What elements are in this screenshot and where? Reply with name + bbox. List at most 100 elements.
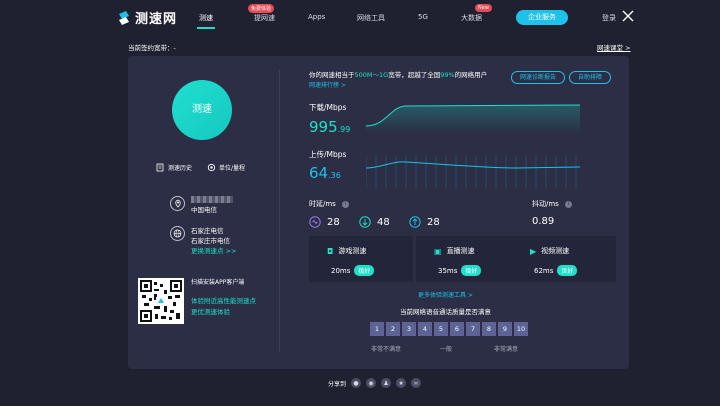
- rating-button-1[interactable]: 1: [370, 322, 384, 336]
- video-speedtest-result: 62ms 良好: [534, 265, 578, 276]
- latency-upload-value: 28: [427, 216, 440, 228]
- panel-divider: [279, 70, 280, 352]
- diagnose-report-button[interactable]: 网速诊断报告: [511, 71, 565, 84]
- share-bar: 分享到 ● ◉ ♟ ★ ∞: [328, 378, 422, 388]
- nav-item-5g[interactable]: 5G: [418, 13, 428, 21]
- live-tv-icon: ▣: [434, 246, 442, 256]
- weibo-icon[interactable]: ◉: [366, 378, 377, 388]
- login-link[interactable]: 登录: [602, 13, 616, 23]
- upload-arrow-icon: [409, 216, 421, 228]
- troubleshoot-button[interactable]: 自助排障: [569, 71, 611, 84]
- latency-idle: 28: [309, 216, 340, 228]
- close-icon[interactable]: [622, 10, 634, 22]
- rating-button-5[interactable]: 5: [434, 322, 448, 336]
- live-speedtest-card[interactable]: ▣ 直播测速 35ms 极好: [416, 236, 520, 282]
- jitter-info-icon[interactable]: i: [564, 200, 572, 208]
- app-qr-code: [138, 278, 184, 324]
- game-grade-badge: 极好: [354, 265, 375, 276]
- live-speedtest-result: 35ms 极好: [438, 265, 482, 276]
- rating-button-2[interactable]: 2: [386, 322, 400, 336]
- location-icon: [170, 196, 185, 211]
- video-latency: 62ms: [534, 266, 554, 275]
- qzone-icon[interactable]: ★: [396, 378, 407, 388]
- upload-chart: [366, 156, 580, 188]
- nav-item-speedtest[interactable]: 测速: [197, 13, 215, 29]
- video-grade-badge: 良好: [557, 265, 578, 276]
- server-row: 石家庄电信 石家庄市电信 更换测速点 >>: [170, 226, 236, 256]
- latency-info-icon[interactable]: i: [341, 200, 349, 208]
- game-speedtest-result: 20ms 极好: [331, 265, 375, 276]
- jitter-label: 抖动/ms i: [532, 199, 572, 209]
- gear-icon: [207, 163, 216, 172]
- summary-percent: 99%: [440, 71, 455, 79]
- summary-range: 500M～1G: [354, 71, 389, 79]
- upload-label: 上传/Mbps: [309, 150, 347, 159]
- video-speedtest-card[interactable]: ▶ 视频测速 62ms 良好: [512, 236, 616, 282]
- rating-button-9[interactable]: 9: [498, 322, 512, 336]
- scale-mid-label: 一般: [440, 346, 453, 353]
- gamepad-icon: ◘: [327, 246, 334, 256]
- video-icon: ▶: [530, 246, 537, 256]
- rating-button-10[interactable]: 10: [514, 322, 528, 336]
- rating-button-7[interactable]: 7: [466, 322, 480, 336]
- new-badge: New: [475, 4, 492, 12]
- units-label: 单位/量程: [219, 165, 246, 172]
- game-speedtest-title: ◘ 游戏测速: [327, 246, 366, 256]
- units-link[interactable]: 单位/量程: [207, 163, 245, 172]
- rating-button-3[interactable]: 3: [402, 322, 416, 336]
- nav-item-tools[interactable]: 网络工具: [357, 13, 385, 23]
- latency-upload: 28: [409, 216, 440, 228]
- game-latency: 20ms: [331, 266, 351, 275]
- download-int: 995: [309, 118, 338, 136]
- change-server-link[interactable]: 更换测速点 >>: [191, 246, 236, 256]
- history-link[interactable]: 测速历史: [156, 163, 192, 172]
- classroom-link[interactable]: 网速课堂 >: [597, 42, 631, 52]
- latency-download: 48: [359, 216, 390, 228]
- app-desc-1: 体验附近高性能测速点: [191, 297, 256, 305]
- nav-item-boost[interactable]: 提网速 免费体验: [248, 4, 275, 23]
- live-grade-badge: 极好: [461, 265, 482, 276]
- rating-button-8[interactable]: 8: [482, 322, 496, 336]
- app-desc-2: 更优测速体验: [191, 308, 230, 316]
- summary-suffix: 的网络用户: [454, 71, 488, 79]
- scale-high-label: 非常满意: [494, 346, 519, 353]
- link-icon[interactable]: ∞: [411, 378, 422, 388]
- globe-icon: [170, 226, 185, 241]
- upload-int: 64: [309, 164, 329, 182]
- upload-value: 64.36: [309, 164, 341, 182]
- jitter-label-text: 抖动/ms: [532, 200, 559, 208]
- nav-item-bigdata[interactable]: 大数据 New: [461, 4, 492, 23]
- summary-prefix: 你的网速相当于: [309, 71, 355, 79]
- ranking-link[interactable]: 网速排行榜 >: [309, 80, 346, 89]
- logo-text: 测速网: [135, 12, 178, 27]
- app-download-title: 扫描安装APP客户端: [191, 279, 245, 286]
- video-speedtest-title: ▶ 视频测速: [530, 246, 569, 256]
- live-speedtest-title: ▣ 直播测速: [434, 246, 475, 256]
- download-arrow-icon: [359, 216, 371, 228]
- jitter: 0.89: [532, 216, 554, 227]
- video-speedtest-label: 视频测速: [541, 247, 570, 255]
- latency-idle-value: 28: [327, 216, 340, 228]
- download-dec: .99: [337, 125, 351, 134]
- rating-button-6[interactable]: 6: [450, 322, 464, 336]
- enterprise-button[interactable]: 企业服务: [516, 10, 568, 25]
- nav-item-bigdata-label: 大数据: [461, 14, 482, 22]
- ip-address-blurred: [191, 196, 233, 203]
- wechat-icon[interactable]: ●: [351, 378, 362, 388]
- upload-dec: .36: [328, 171, 341, 180]
- more-tools-link[interactable]: 更多体验测速工具 >: [418, 290, 473, 299]
- rating-button-4[interactable]: 4: [418, 322, 432, 336]
- latency-download-value: 48: [377, 216, 390, 228]
- nav-item-apps[interactable]: Apps: [308, 13, 325, 21]
- qq-icon[interactable]: ♟: [381, 378, 392, 388]
- history-label: 测速历史: [168, 165, 193, 172]
- top-nav: 测速网 测速 提网速 免费体验 Apps 网络工具 5G 大数据 New 企业服务 …: [0, 0, 720, 36]
- game-speedtest-card[interactable]: ◘ 游戏测速 20ms 极好: [309, 236, 413, 282]
- summary-mid: 宽带，超越了全国: [388, 71, 441, 79]
- isp-row: 中国电信: [170, 196, 233, 215]
- logo-icon: [119, 10, 129, 25]
- start-test-button[interactable]: 测速: [172, 80, 232, 140]
- speed-summary: 你的网速相当于500M～1G宽带，超越了全国99%的网络用户: [309, 69, 487, 79]
- logo[interactable]: 测速网: [116, 8, 177, 27]
- download-label: 下载/Mbps: [309, 103, 347, 112]
